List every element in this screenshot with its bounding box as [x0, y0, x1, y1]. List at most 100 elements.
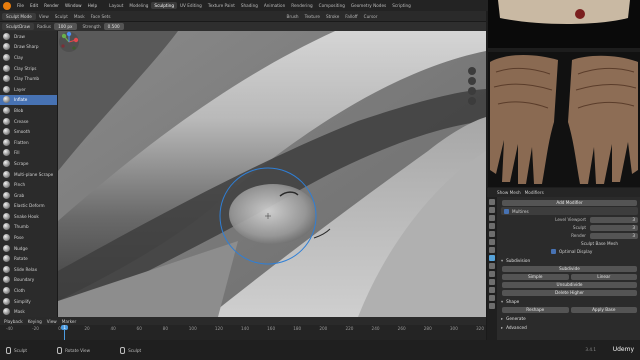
optimal-display-checkbox[interactable]	[551, 249, 556, 254]
brush-item[interactable]: Draw	[0, 31, 57, 42]
object-tab-icon[interactable]	[489, 247, 495, 253]
menu-edit[interactable]: Edit	[27, 3, 41, 8]
brush-item[interactable]: Rotate	[0, 253, 57, 264]
navigation-gizmo-icon[interactable]	[58, 31, 80, 53]
particles-tab-icon[interactable]	[489, 263, 495, 269]
strength-field[interactable]: 0.500	[103, 23, 124, 30]
tab-layout[interactable]: Layout	[106, 2, 126, 9]
scene-tab-icon[interactable]	[489, 231, 495, 237]
tool-tab-icon[interactable]	[489, 199, 495, 205]
menu-view[interactable]: View	[36, 14, 52, 19]
brush-item[interactable]: Fill	[0, 148, 57, 159]
stroke-dropdown[interactable]: Stroke	[323, 14, 342, 19]
brush-item[interactable]: Multi-plane Scrape	[0, 169, 57, 180]
brush-item[interactable]: Mask	[0, 306, 57, 317]
simple-button[interactable]: Simple	[502, 273, 569, 280]
tab-animation[interactable]: Animation	[261, 2, 288, 9]
sculpt-level-field[interactable]: 3	[590, 224, 638, 231]
timeline-menu-keying[interactable]: Keying	[28, 319, 42, 324]
brush-item[interactable]: Simplify	[0, 296, 57, 307]
brush-item[interactable]: Snake Hook	[0, 211, 57, 222]
brush-item[interactable]: Elastic Deform	[0, 201, 57, 212]
brush-item[interactable]: Layer	[0, 84, 57, 95]
tab-texture-paint[interactable]: Texture Paint	[205, 2, 238, 9]
brush-item[interactable]: Clay Thumb	[0, 73, 57, 84]
physics-tab-icon[interactable]	[489, 271, 495, 277]
brush-item[interactable]: Smooth	[0, 126, 57, 137]
modifier-tab-label[interactable]: Modifiers	[525, 190, 544, 195]
brush-dropdown[interactable]: Brush	[284, 14, 302, 19]
brush-item[interactable]: Clay Strips	[0, 63, 57, 74]
texture-tab-icon[interactable]	[489, 303, 495, 309]
brush-item[interactable]: Pose	[0, 232, 57, 243]
brush-item[interactable]: Clay	[0, 52, 57, 63]
3d-viewport[interactable]	[58, 31, 486, 317]
current-frame-indicator[interactable]: 1	[61, 325, 68, 330]
delete-higher-button[interactable]: Delete Higher	[502, 289, 637, 296]
menu-file[interactable]: File	[14, 3, 27, 8]
modifier-name[interactable]: Multires	[512, 209, 529, 214]
apply-base-button[interactable]: Apply Base	[570, 306, 637, 313]
shape-section[interactable]: ▾ Shape	[501, 298, 638, 305]
brush-item[interactable]: Thumb	[0, 222, 57, 233]
data-tab-icon[interactable]	[489, 287, 495, 293]
brush-item[interactable]: Nudge	[0, 243, 57, 254]
brush-item[interactable]: Scrape	[0, 158, 57, 169]
subdivide-button[interactable]: Subdivide	[502, 265, 637, 272]
tab-sculpting[interactable]: Sculpting	[151, 2, 177, 9]
tab-rendering[interactable]: Rendering	[288, 2, 315, 9]
timeline-menu-playback[interactable]: Playback	[4, 319, 23, 324]
menu-window[interactable]: Window	[62, 3, 85, 8]
view-layer-tab-icon[interactable]	[489, 223, 495, 229]
tab-uv-editing[interactable]: UV Editing	[177, 2, 205, 9]
world-tab-icon[interactable]	[489, 239, 495, 245]
unsubdivide-button[interactable]: Unsubdivide	[502, 281, 637, 288]
texture-dropdown[interactable]: Texture	[302, 14, 323, 19]
reshape-button[interactable]: Reshape	[502, 306, 569, 313]
mode-dropdown[interactable]: Sculpt Mode	[2, 12, 36, 20]
cursor-dropdown[interactable]: Cursor	[361, 14, 381, 19]
advanced-section[interactable]: ▸ Advanced	[501, 324, 638, 331]
brush-item[interactable]: Blob	[0, 105, 57, 116]
brush-item[interactable]: Crease	[0, 116, 57, 127]
menu-help[interactable]: Help	[85, 3, 101, 8]
tab-shading[interactable]: Shading	[238, 2, 261, 9]
modifier-tab-icon[interactable]	[489, 255, 495, 261]
timeline-menu-marker[interactable]: Marker	[62, 319, 76, 324]
menu-sculpt[interactable]: Sculpt	[52, 14, 71, 19]
camera-view-icon[interactable]	[468, 87, 476, 95]
menu-mask[interactable]: Mask	[71, 14, 88, 19]
falloff-dropdown[interactable]: Falloff	[342, 14, 360, 19]
brush-item[interactable]: Cloth	[0, 285, 57, 296]
render-tab-icon[interactable]	[489, 207, 495, 213]
level-viewport-field[interactable]: 3	[590, 216, 638, 223]
perspective-toggle-icon[interactable]	[468, 97, 476, 105]
subdivision-section[interactable]: ▾ Subdivision	[501, 257, 638, 264]
brush-item[interactable]: Pinch	[0, 179, 57, 190]
brush-item[interactable]: Flatten	[0, 137, 57, 148]
brush-item[interactable]: Grab	[0, 190, 57, 201]
tab-geometry-nodes[interactable]: Geometry Nodes	[348, 2, 389, 9]
tab-compositing[interactable]: Compositing	[316, 2, 348, 9]
radius-field[interactable]: 100 px	[54, 23, 77, 30]
object-name[interactable]: Show Mesh	[497, 190, 521, 195]
timeline-menu-view[interactable]: View	[47, 319, 57, 324]
brush-item[interactable]: Boundary	[0, 275, 57, 286]
brush-item[interactable]: Draw Sharp	[0, 42, 57, 53]
material-tab-icon[interactable]	[489, 295, 495, 301]
blender-logo-icon[interactable]	[3, 1, 11, 10]
generate-section[interactable]: ▸ Generate	[501, 315, 638, 322]
tab-scripting[interactable]: Scripting	[389, 2, 414, 9]
timeline[interactable]: -40 -20 0 20 40 60 80 100 120 140 160 180 200 220 240 2…	[0, 325, 486, 340]
zoom-icon[interactable]	[468, 67, 476, 75]
brush-item[interactable]: Slide Relax	[0, 264, 57, 275]
add-modifier-button[interactable]: Add Modifier	[502, 199, 637, 206]
menu-face-sets[interactable]: Face Sets	[88, 14, 114, 19]
menu-render[interactable]: Render	[41, 3, 62, 8]
output-tab-icon[interactable]	[489, 215, 495, 221]
linear-button[interactable]: Linear	[570, 273, 637, 280]
brush-selector[interactable]: SculptDraw	[2, 23, 35, 30]
modifier-enabled-checkbox[interactable]	[504, 208, 509, 214]
render-level-field[interactable]: 3	[590, 232, 638, 239]
brush-item[interactable]: Inflate	[0, 94, 57, 106]
